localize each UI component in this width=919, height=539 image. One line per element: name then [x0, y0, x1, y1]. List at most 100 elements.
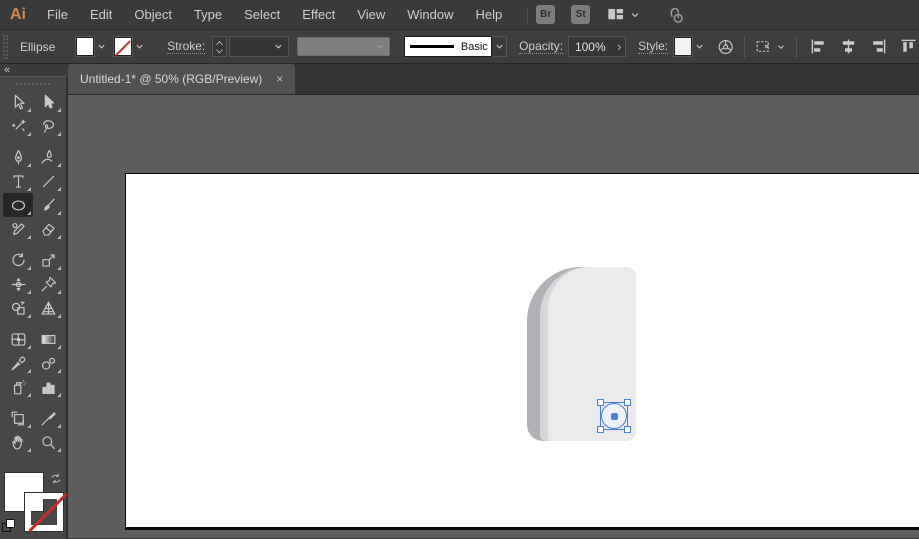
graphic-style-swatch[interactable] [673, 37, 693, 56]
swap-fill-stroke-icon[interactable] [48, 471, 64, 487]
stroke-color-swatch[interactable] [113, 37, 133, 56]
variable-width-dropdown-disabled [296, 37, 391, 56]
menu-file[interactable]: File [36, 0, 79, 29]
tool-column-graph[interactable] [33, 375, 63, 399]
stroke-chevron[interactable] [132, 37, 146, 56]
tool-eraser[interactable] [33, 217, 63, 241]
selection-bounding-box[interactable] [597, 399, 631, 433]
tool-perspective-grid[interactable] [33, 296, 63, 320]
fill-color-swatch[interactable] [75, 37, 95, 56]
tool-curvature[interactable] [33, 145, 63, 169]
tab-close-icon[interactable]: × [276, 73, 283, 85]
paintbrush-icon [39, 196, 58, 215]
tool-pen[interactable] [3, 145, 33, 169]
valign-top-icon[interactable] [898, 36, 919, 57]
tool-shape-builder[interactable] [3, 296, 33, 320]
illustrator-logo: Ai [10, 5, 26, 23]
menu-object[interactable]: Object [123, 0, 183, 29]
tool-shaper[interactable] [3, 217, 33, 241]
selection-handle-bl[interactable] [597, 426, 604, 433]
stroke-proxy-swatch[interactable] [25, 493, 68, 532]
symbol-sprayer-icon [9, 378, 28, 397]
tool-direct-selection[interactable] [33, 90, 63, 114]
tool-puppet-warp[interactable] [33, 272, 63, 296]
align-right-icon[interactable] [868, 36, 889, 57]
tool-panel [0, 76, 68, 539]
tool-lasso[interactable] [33, 114, 63, 138]
magic-wand-icon [9, 117, 28, 136]
fill-chevron[interactable] [94, 37, 108, 56]
select-similar-button[interactable] [754, 37, 787, 56]
menu-bar: Ai File Edit Object Type Select Effect View Win… [0, 0, 919, 30]
tool-paintbrush[interactable] [33, 193, 63, 217]
brush-definition-chevron[interactable] [491, 36, 508, 57]
brush-definition-preview[interactable]: Basic [403, 36, 492, 57]
stroke-weight-stepper[interactable] [212, 36, 227, 57]
style-panel-link[interactable]: Style: [638, 39, 669, 54]
none-slash [28, 493, 68, 532]
pasteboard[interactable] [68, 95, 919, 538]
align-center-icon[interactable] [838, 36, 859, 57]
tool-selection[interactable] [3, 90, 33, 114]
brush-definition-name: Basic [460, 40, 488, 53]
default-fill-stroke-icon[interactable] [2, 519, 16, 533]
controlbar-grip[interactable] [3, 34, 8, 59]
style-chevron[interactable] [692, 37, 706, 56]
opacity-value: 100% [574, 39, 606, 54]
menu-effect[interactable]: Effect [291, 0, 346, 29]
workspace-switcher[interactable] [606, 5, 642, 24]
selection-handle-tr[interactable] [624, 399, 631, 406]
menu-view[interactable]: View [346, 0, 396, 29]
collapse-panel-button[interactable]: « [4, 64, 10, 76]
selection-icon [9, 93, 28, 112]
recolor-artwork-icon[interactable] [716, 37, 735, 57]
gradient-icon [39, 330, 58, 349]
opacity-panel-link[interactable]: Opacity: [519, 39, 564, 54]
tool-magic-wand[interactable] [3, 114, 33, 138]
document-tab[interactable]: Untitled-1* @ 50% (RGB/Preview) × [68, 64, 296, 94]
menu-help[interactable]: Help [464, 0, 513, 29]
tool-ellipse[interactable] [3, 193, 33, 217]
tool-type[interactable] [3, 169, 33, 193]
opacity-flyout-arrow[interactable]: › [617, 39, 621, 54]
align-left-icon[interactable] [808, 36, 829, 57]
tool-line-segment[interactable] [33, 169, 63, 193]
direct-selection-icon [39, 93, 58, 112]
tool-hand[interactable] [3, 430, 33, 454]
tool-rotate[interactable] [3, 248, 33, 272]
opacity-field[interactable]: 100% › [567, 36, 627, 57]
menu-edit[interactable]: Edit [79, 0, 123, 29]
hand-icon [9, 433, 28, 452]
artboard[interactable] [125, 173, 919, 530]
workspace-layout-icon [606, 5, 625, 24]
menu-window[interactable]: Window [396, 0, 464, 29]
selection-handle-br[interactable] [624, 426, 631, 433]
selection-center-point [610, 412, 618, 420]
panel-grip[interactable] [16, 83, 50, 85]
stroke-weight-dropdown[interactable] [228, 36, 290, 57]
tool-slice[interactable] [33, 406, 63, 430]
stroke-panel-link[interactable]: Stroke: [167, 39, 206, 54]
tool-artboard[interactable] [3, 406, 33, 430]
touch-workspace-icon[interactable] [664, 4, 686, 26]
tool-zoom[interactable] [33, 430, 63, 454]
bridge-button[interactable]: Br [536, 5, 556, 24]
tool-eyedropper[interactable] [3, 351, 33, 375]
tool-mesh[interactable] [3, 327, 33, 351]
tool-gradient[interactable] [33, 327, 63, 351]
selection-handle-tl[interactable] [597, 399, 604, 406]
document-tab-title: Untitled-1* @ 50% (RGB/Preview) [80, 72, 263, 86]
menu-select[interactable]: Select [233, 0, 291, 29]
zoom-icon [39, 433, 58, 452]
shaper-icon [9, 220, 28, 239]
tool-blend[interactable] [33, 351, 63, 375]
tool-symbol-sprayer[interactable] [3, 375, 33, 399]
stock-button[interactable]: St [571, 5, 591, 24]
shape-builder-icon [9, 299, 28, 318]
context-label: Ellipse [19, 39, 56, 54]
tool-scale[interactable] [33, 248, 63, 272]
puppet-warp-icon [39, 275, 58, 294]
tool-width[interactable] [3, 272, 33, 296]
menu-type[interactable]: Type [183, 0, 233, 29]
lasso-icon [39, 117, 58, 136]
